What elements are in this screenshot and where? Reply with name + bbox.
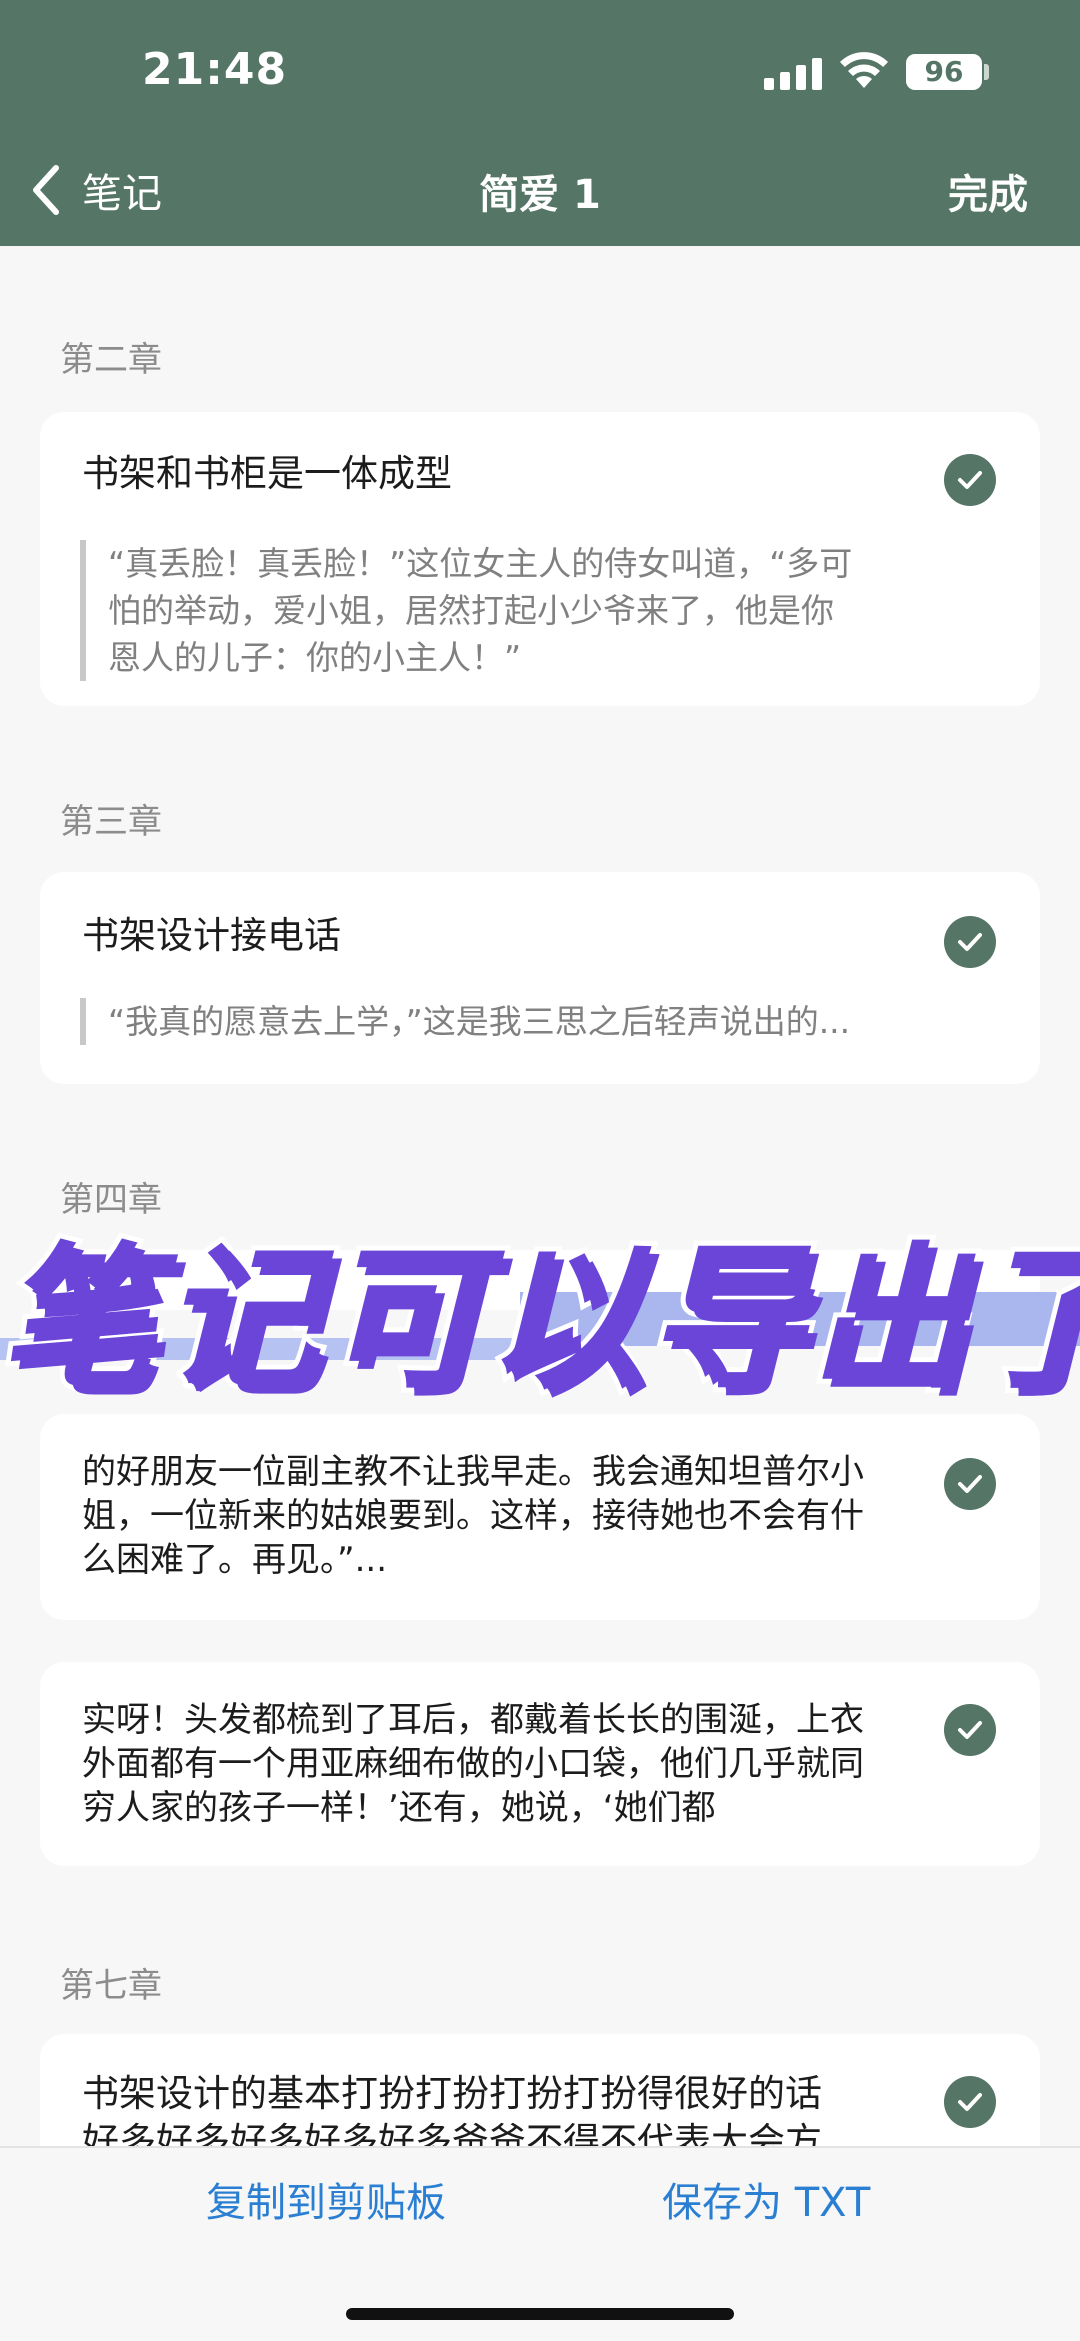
quote-line: 恩人的儿子：你的小主人！”	[108, 638, 522, 677]
selected-check-icon[interactable]	[944, 1458, 996, 1510]
note-title: 书架设计的基本打扮打扮打扮打扮得很好的话	[82, 2072, 822, 2115]
note-body: 的好朋友一位副主教不让我早走。我会通知坦普尔小 姐，一位新来的姑娘要到。这样，接…	[82, 1450, 922, 1582]
status-time: 21:48	[142, 44, 288, 95]
note-quote: “我真的愿意去上学，”这是我三思之后轻声说出的...	[80, 998, 940, 1045]
promo-overlay-title: 笔记可以导出了	[0, 1223, 1080, 1415]
wifi-icon	[840, 52, 888, 88]
cellular-signal-icon	[764, 58, 822, 90]
note-title: 书架设计接电话	[82, 914, 341, 957]
body-line: 的好朋友一位副主教不让我早走。我会通知坦普尔小	[82, 1452, 864, 1492]
selected-check-icon[interactable]	[944, 1704, 996, 1756]
page-title: 简爱 1	[479, 172, 601, 218]
quote-line: 怕的举动，爱小姐，居然打起小少爷来了，他是你	[108, 591, 834, 630]
section-heading-chapter-3: 第三章	[60, 802, 162, 842]
section-heading-chapter-7: 第七章	[60, 1966, 162, 2006]
done-button[interactable]: 完成	[948, 162, 1028, 220]
quote-line: “我真的愿意去上学，”这是我三思之后轻声说出的...	[108, 1002, 851, 1041]
copy-to-clipboard-button[interactable]: 复制到剪贴板	[206, 2170, 446, 2228]
note-quote: “真丢脸！真丢脸！”这位女主人的侍女叫道，“多可 怕的举动，爱小姐，居然打起小少…	[80, 540, 900, 681]
selected-check-icon[interactable]	[944, 916, 996, 968]
battery-indicator: 96	[906, 54, 982, 90]
save-as-txt-button[interactable]: 保存为 TXT	[662, 2170, 870, 2228]
note-card[interactable]: 书架设计接电话 “我真的愿意去上学，”这是我三思之后轻声说出的...	[40, 872, 1040, 1084]
body-line: 穷人家的孩子一样！’还有，她说，‘她们都	[82, 1788, 716, 1828]
selected-check-icon[interactable]	[944, 2076, 996, 2128]
note-title: 书架和书柜是一体成型	[82, 452, 452, 495]
note-card[interactable]: 实呀！头发都梳到了耳后，都戴着长长的围涎，上衣 外面都有一个用亚麻细布做的小口袋…	[40, 1662, 1040, 1866]
selected-check-icon[interactable]	[944, 454, 996, 506]
quote-line: “真丢脸！真丢脸！”这位女主人的侍女叫道，“多可	[108, 544, 853, 583]
note-body: 实呀！头发都梳到了耳后，都戴着长长的围涎，上衣 外面都有一个用亚麻细布做的小口袋…	[82, 1698, 922, 1830]
body-line: 么困难了。再见。”...	[82, 1540, 388, 1580]
note-card[interactable]: 的好朋友一位副主教不让我早走。我会通知坦普尔小 姐，一位新来的姑娘要到。这样，接…	[40, 1414, 1040, 1620]
navigation-header: 21:48 96 笔记 简爱 1 完成	[0, 0, 1080, 246]
body-line: 姐，一位新来的姑娘要到。这样，接待她也不会有什	[82, 1496, 864, 1536]
note-card[interactable]: 书架和书柜是一体成型 “真丢脸！真丢脸！”这位女主人的侍女叫道，“多可 怕的举动…	[40, 412, 1040, 706]
battery-tip	[984, 64, 989, 80]
section-heading-chapter-2: 第二章	[60, 340, 162, 380]
body-line: 外面都有一个用亚麻细布做的小口袋，他们几乎就同	[82, 1744, 864, 1784]
body-line: 实呀！头发都梳到了耳后，都戴着长长的围涎，上衣	[82, 1700, 864, 1740]
home-indicator[interactable]	[346, 2308, 734, 2320]
